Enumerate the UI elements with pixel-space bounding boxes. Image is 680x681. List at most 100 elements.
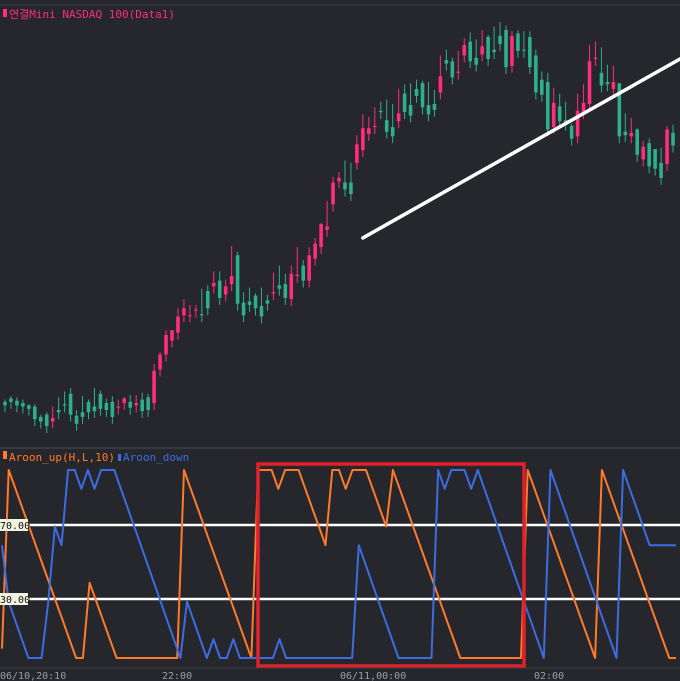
candle-body [367,128,371,135]
candle-body [557,106,562,122]
candle-body [337,177,341,182]
candle-body [217,280,222,298]
indicator-pane-marker-icon [3,451,7,459]
candle-body [307,255,311,281]
level-label-70: 70.00 [0,521,30,532]
candle-body [27,405,31,409]
candle-body [420,83,425,108]
candle-body [534,55,538,93]
candle-body [593,57,598,59]
candle-body [432,103,437,110]
candle-body [122,398,127,404]
candle-body [498,35,502,44]
candle-body [134,403,138,406]
candle-body [38,416,43,422]
candle-body [361,128,365,151]
candle-body [15,400,19,406]
candle-body [331,182,335,205]
candle-body [188,315,192,317]
price-pane-marker-icon [3,9,7,17]
candle-body [504,30,508,68]
candle-body [295,274,300,277]
candle-body [474,57,478,65]
candle-body [21,403,25,407]
candle-body [408,105,413,116]
candle-body [450,61,455,78]
candle-body [623,131,628,136]
candle-body [659,162,663,178]
candle-body [80,412,85,417]
candle-body [140,399,144,412]
candle-body [414,88,419,96]
candle-body [653,149,657,169]
candle-body [301,265,306,281]
candle-body [146,397,150,410]
candle-body [86,401,91,413]
candle-body [611,82,616,89]
candle-body [349,182,353,195]
candle-body [522,49,526,51]
candle-body [265,300,270,304]
level-label-30: 30.00 [0,595,30,606]
candle-body [438,76,443,93]
candle-body [426,105,431,115]
candle-body [9,398,13,402]
candle-body [402,93,407,113]
price-pane-title: 연결Mini NASDAQ 100(Data1) [9,8,175,21]
candle-body [241,302,246,316]
candle-body [390,127,395,137]
candle-body [319,224,323,248]
trading-chart[interactable]: 연결Mini NASDAQ 100(Data1) Aroon_up(H,L,10… [0,0,680,681]
candle-body [98,393,103,409]
candle-body [56,409,61,413]
candle-body [205,291,210,309]
candle-body [540,79,544,95]
candle-body [3,401,7,406]
candle-body [468,41,473,62]
candle-body [545,82,550,130]
candle-body [62,404,67,406]
candle-body [313,243,317,259]
candle-body [641,146,645,160]
candle-body [194,309,198,311]
candle-body [671,132,675,146]
candle-body [110,401,115,417]
candle-body [289,273,294,300]
candle-body [396,113,401,122]
candle-body [176,316,180,333]
aroon-up-label: Aroon_up(H,L,10) [9,451,115,464]
candle-body [587,61,592,104]
candle-body [528,37,532,68]
time-axis-label-2: 06/11,00:00 [340,671,406,681]
candle-body [551,102,556,128]
candle-body [152,370,156,404]
candle-body [462,45,467,56]
candle-body [372,125,377,128]
candle-body [629,132,634,137]
candle-body [480,46,484,55]
candle-body [325,226,329,230]
candle-body [259,306,264,317]
candle-body [343,182,347,190]
time-axis-label-1: 22:00 [162,671,192,681]
candle-body [182,308,186,316]
candle-body [492,49,496,53]
candle-body [44,414,49,427]
candle-body [92,406,97,412]
candle-body [355,144,359,163]
candle-body [635,129,640,155]
candle-body [33,406,37,420]
candle-body [170,330,174,341]
candle-body [444,60,449,64]
aroon-down-label: Aroon_down [123,451,189,464]
candle-body [605,82,610,85]
time-axis-label-3: 02:00 [534,671,564,681]
candle-body [223,286,228,295]
candle-body [104,403,109,410]
candle-body [128,401,133,408]
aroon-down-marker-icon [118,454,121,461]
candle-body [68,393,73,415]
candle-body [665,129,669,165]
candle-body [235,255,240,304]
candle-body [200,314,204,316]
